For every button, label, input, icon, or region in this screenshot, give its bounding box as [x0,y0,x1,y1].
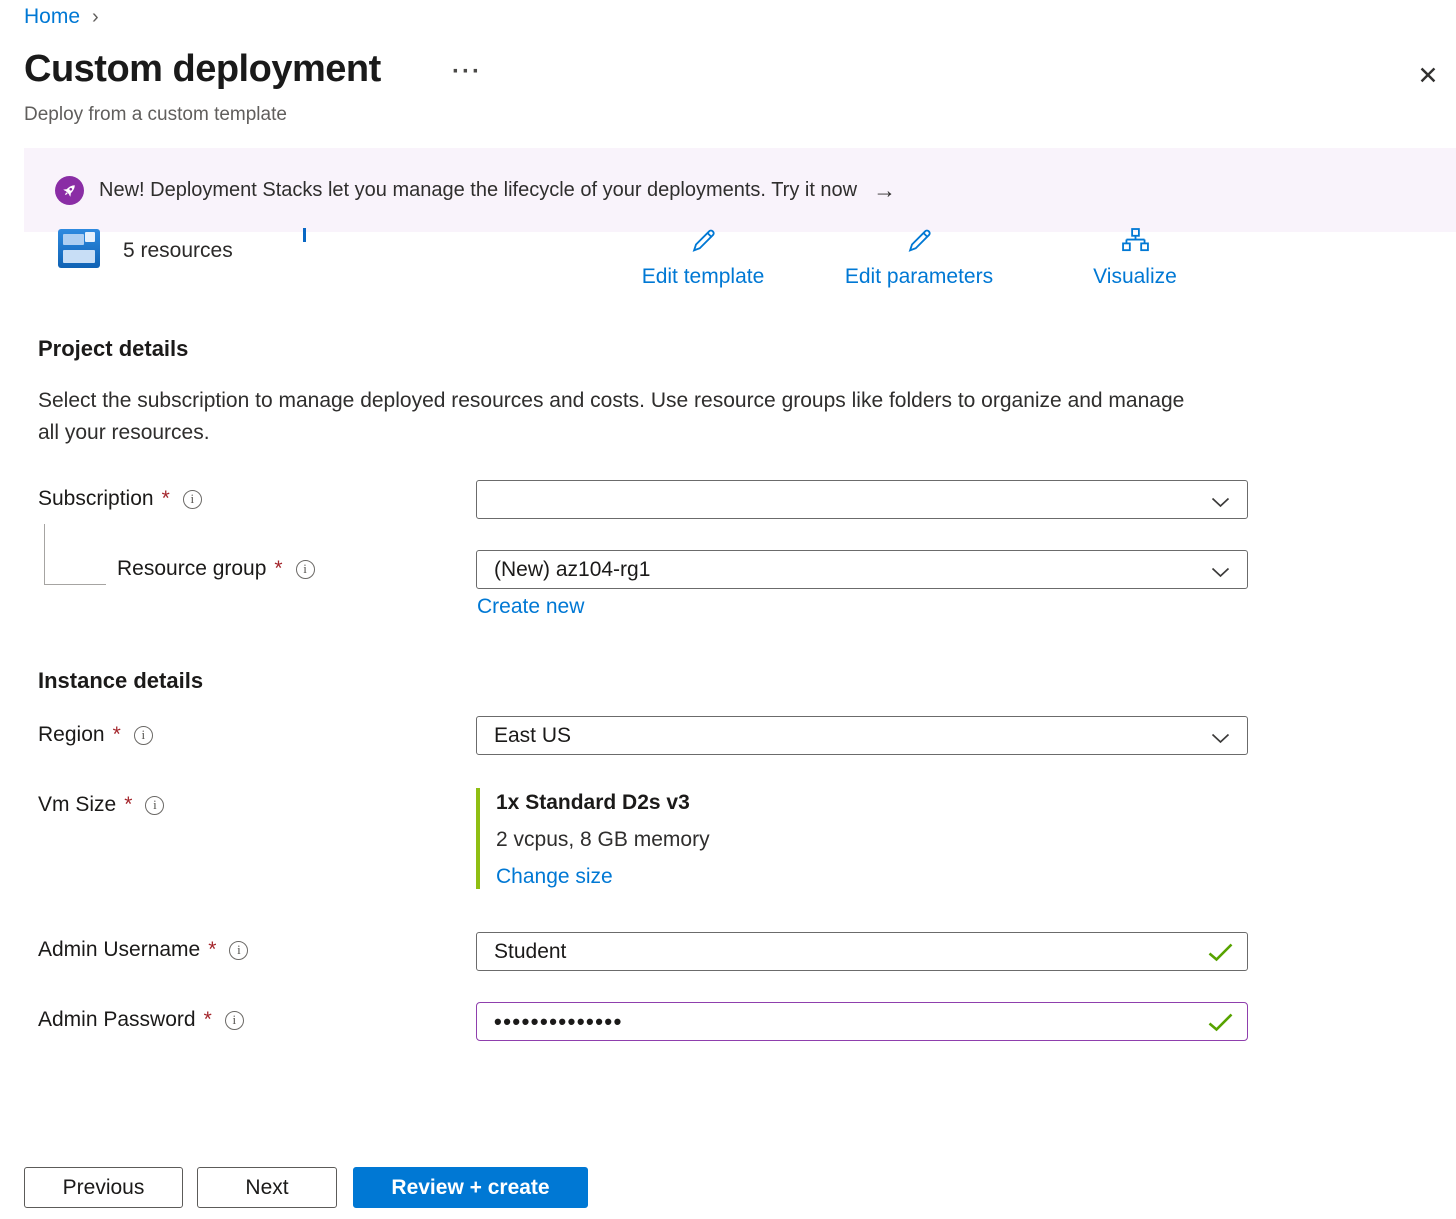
breadcrumb-home-link[interactable]: Home [24,5,80,29]
info-icon[interactable]: i [134,726,153,745]
breadcrumb: Home › [24,5,99,29]
admin-password-input[interactable]: •••••••••••••• [476,1002,1248,1041]
visualize-label: Visualize [1093,265,1177,289]
edit-template-label: Edit template [642,265,765,289]
review-create-button[interactable]: Review + create [353,1167,588,1208]
region-value: East US [494,717,571,754]
more-options-icon[interactable]: ··· [452,58,482,86]
deployment-stacks-banner[interactable]: New! Deployment Stacks let you manage th… [24,148,1456,232]
edit-parameters-label: Edit parameters [845,265,993,289]
banner-text: New! Deployment Stacks let you manage th… [99,179,857,202]
subscription-label: Subscription * i [38,487,202,511]
close-icon[interactable]: ✕ [1410,58,1446,94]
field-hierarchy-connector [44,524,106,585]
next-button[interactable]: Next [197,1167,337,1208]
valid-checkmark-icon [1207,942,1234,968]
resources-count-label: 5 resources [123,239,233,263]
edit-parameters-link[interactable]: Edit parameters [830,226,1008,289]
info-icon[interactable]: i [296,560,315,579]
arrow-right-icon: → [873,177,896,204]
org-chart-icon [1120,226,1151,260]
pencil-icon [688,226,719,260]
admin-username-input[interactable]: Student [476,932,1248,971]
vm-size-specs: 2 vcpus, 8 GB memory [496,828,710,852]
chevron-down-icon [1211,495,1230,513]
project-details-description: Select the subscription to manage deploy… [38,385,1188,449]
template-icon [58,229,100,268]
clipped-element-artifact [303,228,306,242]
breadcrumb-chevron-icon: › [92,7,99,27]
required-asterisk: * [113,723,121,747]
admin-password-value: •••••••••••••• [494,1003,623,1040]
required-asterisk: * [124,793,132,817]
chevron-down-icon [1211,565,1230,583]
admin-password-label: Admin Password * i [38,1008,244,1032]
required-asterisk: * [208,938,216,962]
visualize-link[interactable]: Visualize [1075,226,1195,289]
info-icon[interactable]: i [145,796,164,815]
pencil-icon [904,226,935,260]
required-asterisk: * [162,487,170,511]
resource-group-dropdown[interactable]: (New) az104-rg1 [476,550,1248,589]
edit-template-link[interactable]: Edit template [620,226,786,289]
info-icon[interactable]: i [225,1011,244,1030]
chevron-down-icon [1211,731,1230,749]
info-icon[interactable]: i [183,490,202,509]
create-new-link[interactable]: Create new [477,595,584,619]
vm-size-label: Vm Size * i [38,793,164,817]
required-asterisk: * [274,557,282,581]
page-title: Custom deployment [24,48,381,91]
resource-group-label: Resource group * i [117,557,315,581]
admin-username-label: Admin Username * i [38,938,248,962]
change-size-link[interactable]: Change size [496,865,710,889]
previous-button[interactable]: Previous [24,1167,183,1208]
project-details-heading: Project details [38,336,188,362]
vm-size-selection: 1x Standard D2s v3 2 vcpus, 8 GB memory … [476,788,710,889]
page-subtitle: Deploy from a custom template [24,104,287,126]
rocket-icon [55,176,84,205]
valid-checkmark-icon [1207,1012,1234,1038]
required-asterisk: * [204,1008,212,1032]
vm-size-title: 1x Standard D2s v3 [496,791,710,815]
custom-deployment-page: Home › Custom deployment ··· ✕ Deploy fr… [0,0,1456,1219]
region-label: Region * i [38,723,153,747]
instance-details-heading: Instance details [38,668,203,694]
region-dropdown[interactable]: East US [476,716,1248,755]
subscription-dropdown[interactable] [476,480,1248,519]
admin-username-value: Student [494,933,566,970]
info-icon[interactable]: i [229,941,248,960]
resource-group-value: (New) az104-rg1 [494,551,650,588]
